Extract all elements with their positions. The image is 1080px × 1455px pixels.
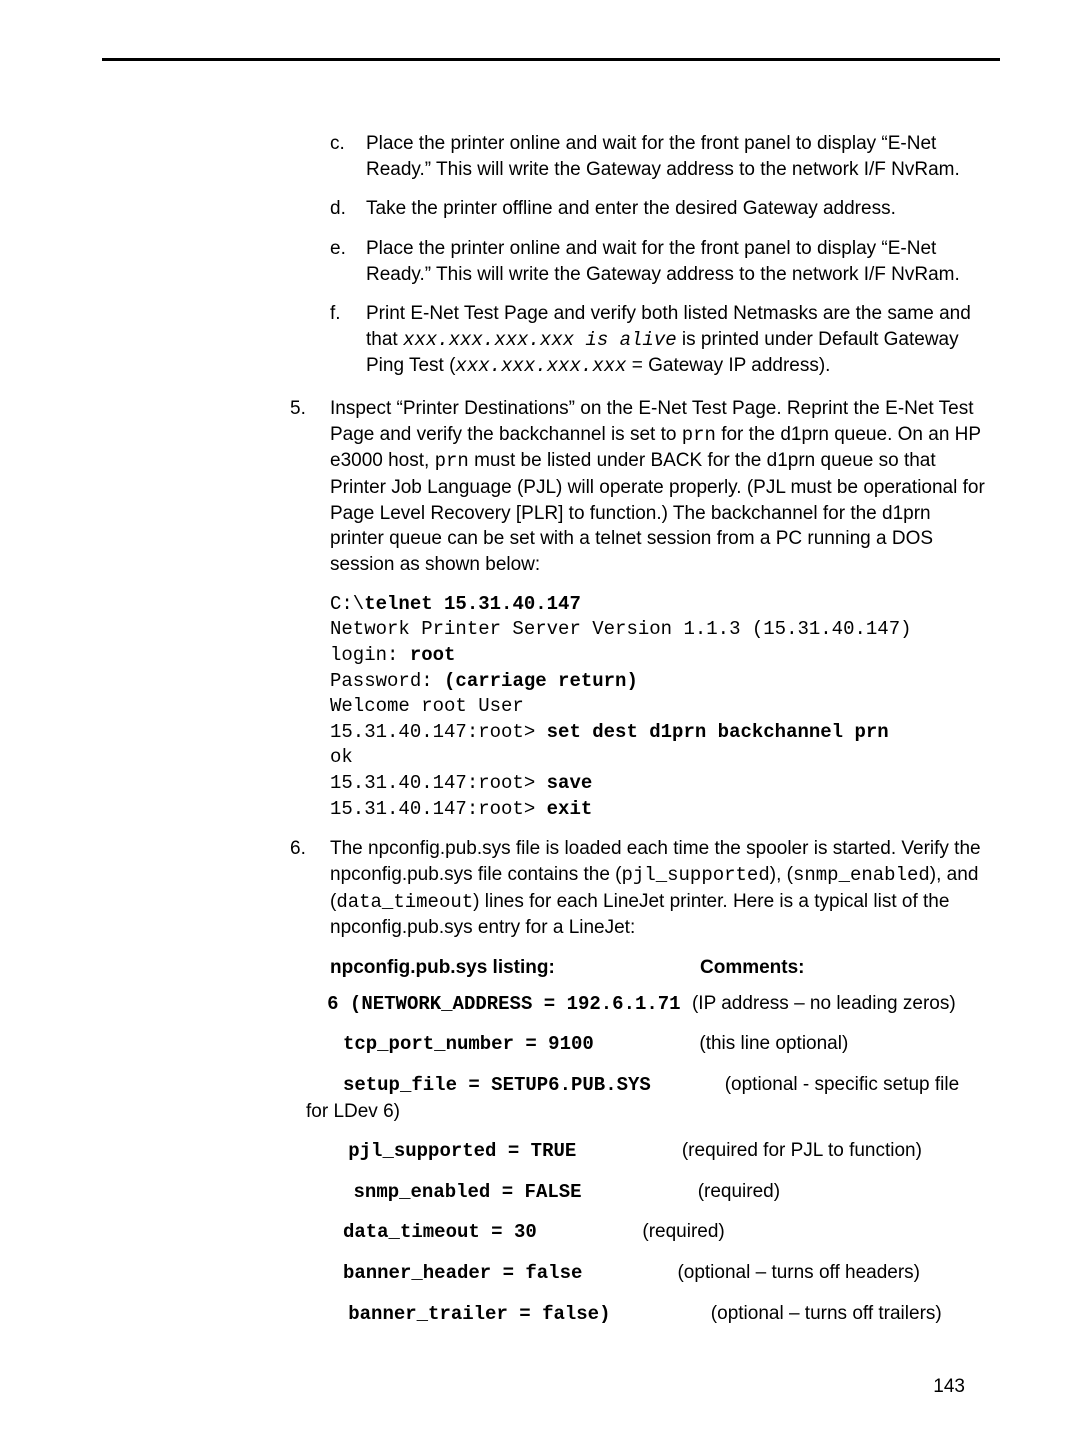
key: data_timeout = 30 (343, 1221, 537, 1243)
code: data_timeout (336, 891, 473, 913)
text: Inspect “Printer Destinations” on the E-… (330, 396, 985, 577)
marker: 6. (290, 836, 330, 941)
text: Place the printer online and wait for th… (366, 236, 985, 287)
list-item: 6. The npconfig.pub.sys file is loaded e… (290, 836, 985, 941)
cfg-pjl-supported: pjl_supported = TRUE (required for PJL t… (306, 1138, 985, 1165)
t: Network Printer Server Version 1.1.3 (15… (330, 618, 912, 640)
pad (306, 1179, 354, 1205)
marker: c. (330, 131, 366, 182)
cmd: save (547, 772, 593, 794)
cfg-banner-trailer: banner_trailer = false) (optional – turn… (306, 1301, 985, 1328)
t: Welcome root User (330, 695, 524, 717)
key: 6 (NETWORK_ADDRESS = 192.6.1.71 (327, 993, 692, 1015)
comment: (this line optional) (699, 1033, 848, 1054)
comment: (IP address – no leading zeros) (692, 993, 956, 1014)
t: ), ( (770, 864, 793, 885)
cfg-snmp-enabled: snmp_enabled = FALSE (required) (306, 1179, 985, 1206)
t: 15.31.40.147:root> (330, 772, 547, 794)
col-left: npconfig.pub.sys listing: (330, 955, 700, 981)
pad (306, 1031, 343, 1057)
substep-d: d. Take the printer offline and enter th… (330, 196, 985, 222)
gap (537, 1221, 643, 1242)
cfg-setup-file: setup_file = SETUP6.PUB.SYS (optional - … (306, 1072, 985, 1124)
comment: (required for PJL to function) (682, 1140, 922, 1161)
text: Take the printer offline and enter the d… (366, 196, 896, 222)
pad (306, 1301, 348, 1327)
pad (306, 991, 327, 1017)
pad (306, 1072, 343, 1098)
comment: (required) (642, 1221, 724, 1242)
code: pjl_supported (622, 864, 770, 886)
comment: (optional – turns off trailers) (711, 1303, 942, 1324)
telnet-session: C:\telnet 15.31.40.147 Network Printer S… (330, 592, 985, 823)
cmd: telnet 15.31.40.147 (364, 593, 581, 615)
gap (610, 1303, 710, 1324)
cfg-banner-header: banner_header = false (optional – turns … (306, 1260, 985, 1287)
page-body: c. Place the printer online and wait for… (0, 61, 1080, 1327)
marker: 5. (290, 396, 330, 577)
text: Place the printer online and wait for th… (366, 131, 985, 182)
t: C:\ (330, 593, 364, 615)
key: pjl_supported = TRUE (348, 1140, 576, 1162)
t: = Gateway IP address). (626, 355, 830, 376)
key: setup_file = SETUP6.PUB.SYS (343, 1074, 651, 1096)
gap (582, 1181, 698, 1202)
marker: f. (330, 301, 366, 380)
cfg-tcp-port: tcp_port_number = 9100 (this line option… (306, 1031, 985, 1058)
pad (306, 1219, 343, 1245)
key: banner_header = false (343, 1262, 582, 1284)
comment: (optional – turns off headers) (677, 1262, 920, 1283)
code: snmp_enabled (793, 864, 930, 886)
t: Password: (330, 670, 444, 692)
gap (582, 1262, 677, 1283)
comment: (required) (698, 1181, 780, 1202)
substep-c: c. Place the printer online and wait for… (330, 131, 985, 182)
listing-header: npconfig.pub.sys listing: Comments: (330, 955, 985, 981)
substep-f: f. Print E-Net Test Page and verify both… (330, 301, 985, 380)
code: xxx.xxx.xxx.xxx (455, 355, 626, 377)
pad (306, 1138, 348, 1164)
substep-e: e. Place the printer online and wait for… (330, 236, 985, 287)
gap (576, 1140, 682, 1161)
cfg-network-address: 6 (NETWORK_ADDRESS = 192.6.1.71 (IP addr… (306, 991, 985, 1018)
gap (594, 1033, 700, 1054)
key: tcp_port_number = 9100 (343, 1033, 594, 1055)
code: prn (435, 450, 469, 472)
list-item: 5. Inspect “Printer Destinations” on the… (290, 396, 985, 577)
t: 15.31.40.147:root> (330, 798, 547, 820)
cmd: exit (547, 798, 593, 820)
cmd: (carriage return) (444, 670, 638, 692)
key: banner_trailer = false) (348, 1303, 610, 1325)
cmd: set dest d1prn backchannel prn (547, 721, 889, 743)
t: 15.31.40.147:root> (330, 721, 547, 743)
text: The npconfig.pub.sys file is loaded each… (330, 836, 985, 941)
marker: e. (330, 236, 366, 287)
code: xxx.xxx.xxx.xxx is alive (403, 329, 677, 351)
code: prn (682, 424, 716, 446)
pad (306, 1260, 343, 1286)
substeps-list: c. Place the printer online and wait for… (330, 131, 985, 380)
cmd: root (410, 644, 456, 666)
page-number: 143 (933, 1374, 965, 1400)
step-5: 5. Inspect “Printer Destinations” on the… (290, 396, 985, 577)
key: snmp_enabled = FALSE (354, 1181, 582, 1203)
col-right: Comments: (700, 955, 805, 981)
marker: d. (330, 196, 366, 222)
t: ok (330, 746, 353, 768)
gap (651, 1074, 725, 1095)
t: login: (330, 644, 410, 666)
step-6: 6. The npconfig.pub.sys file is loaded e… (290, 836, 985, 941)
text: Print E-Net Test Page and verify both li… (366, 301, 985, 380)
cfg-data-timeout: data_timeout = 30 (required) (306, 1219, 985, 1246)
